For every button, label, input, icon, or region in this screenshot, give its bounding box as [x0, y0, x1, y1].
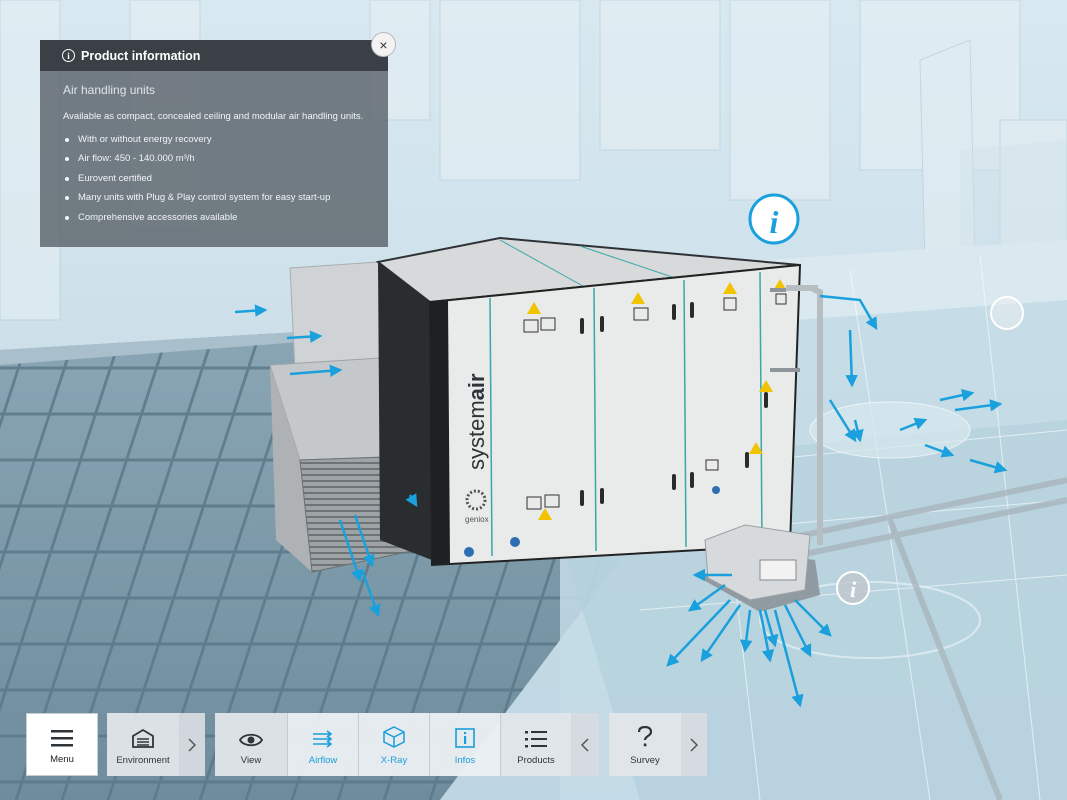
infos-button[interactable]: Infos: [429, 713, 500, 776]
menu-label: Menu: [50, 754, 74, 765]
xray-label: X-Ray: [380, 755, 408, 766]
cube-icon: [383, 726, 405, 748]
hamburger-icon: [51, 730, 73, 747]
info-icon: [455, 728, 475, 748]
products-button[interactable]: Products: [500, 713, 571, 776]
environment-group: Environment: [107, 713, 205, 776]
environment-button[interactable]: Environment: [107, 713, 179, 776]
chevron-left-icon: [581, 737, 589, 752]
survey-label: Survey: [630, 755, 660, 766]
products-label: Products: [517, 755, 555, 766]
feature-item: With or without energy recovery: [65, 130, 388, 149]
panel-description: Available as compact, concealed ceiling …: [63, 111, 364, 122]
svg-text:i: i: [850, 577, 857, 602]
panel-title: Product information: [81, 48, 201, 63]
info-circle-icon: i: [62, 49, 75, 62]
view-tools-collapse-button[interactable]: [571, 713, 599, 776]
airflow-arrows-icon: [313, 730, 333, 748]
feature-item: Eurovent certified: [65, 169, 388, 188]
svg-text:i: i: [770, 204, 779, 240]
feature-item: Many units with Plug & Play control syst…: [65, 188, 388, 207]
info-hotspot-icon[interactable]: i: [836, 571, 870, 605]
info-hotspot-icon[interactable]: i: [748, 193, 800, 245]
chevron-right-icon: [188, 737, 196, 752]
question-icon: [637, 726, 653, 747]
garage-icon: [132, 728, 154, 748]
unit-brand: systemair: [464, 373, 489, 470]
infos-label: Infos: [454, 755, 476, 766]
survey-button[interactable]: Survey: [609, 713, 681, 776]
close-panel-button[interactable]: ×: [371, 32, 396, 57]
airflow-label: Airflow: [308, 755, 338, 766]
feature-list: With or without energy recovery Air flow…: [40, 130, 388, 227]
view-tools-group: View Airflow X-Ray Infos Products: [215, 713, 599, 776]
menu-button[interactable]: Menu: [26, 713, 98, 776]
eye-icon: [239, 733, 263, 747]
product-info-panel: i Product information Air handling units…: [40, 40, 388, 247]
chevron-right-icon: [690, 737, 698, 752]
panel-subtitle: Air handling units: [63, 83, 156, 97]
hidden-hotspot-icon[interactable]: [990, 296, 1024, 330]
environment-label: Environment: [116, 755, 170, 766]
airflow-button[interactable]: Airflow: [287, 713, 358, 776]
view-button[interactable]: View: [215, 713, 287, 776]
list-icon: [525, 731, 547, 748]
unit-sub-brand: geniox: [465, 515, 489, 524]
close-icon: ×: [379, 36, 388, 53]
survey-expand-button[interactable]: [681, 713, 707, 776]
panel-header: i Product information: [40, 40, 388, 71]
feature-item: Comprehensive accessories available: [65, 208, 388, 227]
view-label: View: [240, 755, 262, 766]
feature-item: Air flow: 450 - 140.000 m³/h: [65, 149, 388, 168]
xray-button[interactable]: X-Ray: [358, 713, 429, 776]
survey-group: Survey: [609, 713, 707, 776]
environment-expand-button[interactable]: [179, 713, 205, 776]
